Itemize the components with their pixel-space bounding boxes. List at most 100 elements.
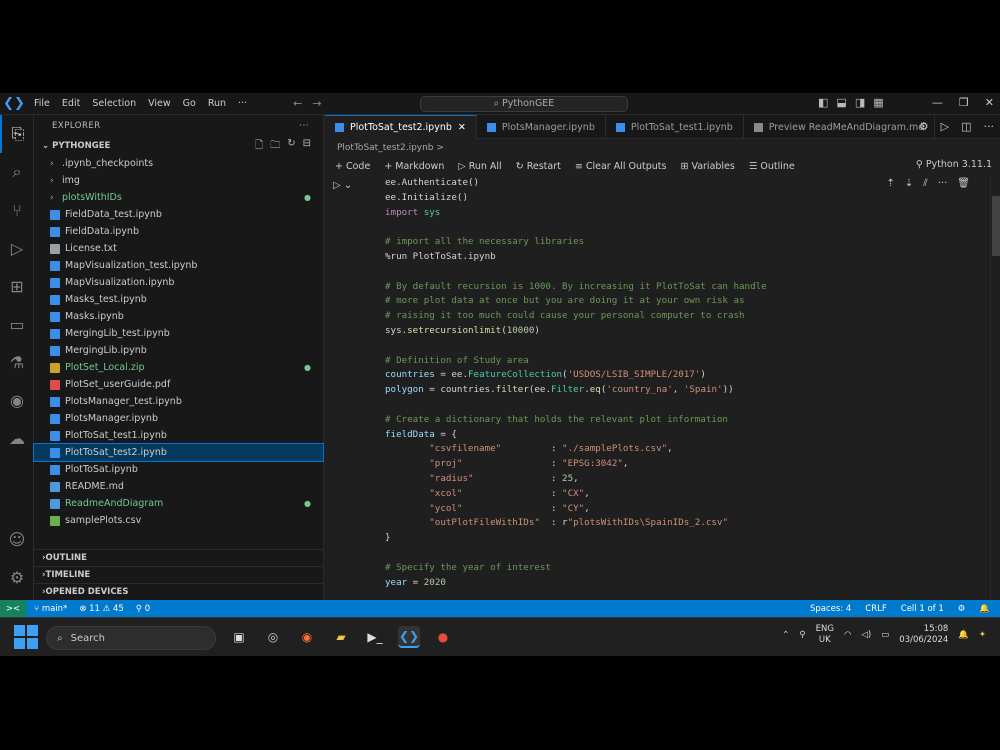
add-markdown-button[interactable]: + Markdown [384, 161, 444, 172]
tree-file[interactable]: MergingLib_test.ipynb [34, 325, 323, 342]
explorer-icon[interactable]: ⎘ [0, 115, 34, 153]
task-view-icon[interactable]: ▣ [228, 626, 250, 648]
new-file-icon[interactable]: 🗋 [255, 138, 263, 155]
tree-file[interactable]: Masks.ipynb [34, 308, 323, 325]
extensions-icon[interactable]: ⊞ [0, 267, 34, 305]
eol-indicator[interactable]: CRLF [865, 604, 886, 614]
clear-outputs-button[interactable]: ≡ Clear All Outputs [575, 161, 667, 172]
outline-section[interactable]: › OUTLINE [34, 549, 324, 566]
docker-icon[interactable]: ☁ [0, 419, 34, 457]
run-all-button[interactable]: ▷ Run All [458, 161, 501, 172]
workspace-folder[interactable]: ⌄ PYTHONGEE 🗋 🗀 ↻ ⊟ [34, 137, 323, 155]
tree-file[interactable]: PlotSet_Local.zip ● [34, 359, 323, 376]
command-center-search[interactable]: ⌕ PythonGEE [420, 96, 628, 112]
refresh-icon[interactable]: ↻ [287, 138, 295, 155]
menu-go[interactable]: Go [177, 93, 202, 115]
restart-button[interactable]: ↻ Restart [516, 161, 561, 172]
search-icon[interactable]: ⌕ [0, 153, 34, 191]
collapse-all-icon[interactable]: ⊟ [303, 138, 311, 155]
tree-file[interactable]: PlotsManager.ipynb [34, 410, 323, 427]
tab-plottosat-test1[interactable]: PlotToSat_test1.ipynb [606, 115, 744, 139]
tree-file[interactable]: MergingLib.ipynb [34, 342, 323, 359]
outline-button[interactable]: ☰ Outline [749, 161, 795, 172]
tree-file[interactable]: samplePlots.csv [34, 512, 323, 529]
chrome-icon[interactable]: ◎ [262, 626, 284, 648]
toggle-panel-icon[interactable]: ⬓ [836, 96, 846, 109]
clock[interactable]: 15:08 03/06/2024 [899, 624, 948, 646]
tree-file[interactable]: FieldData_test.ipynb [34, 206, 323, 223]
toggle-sidebar-icon[interactable]: ◧ [818, 96, 828, 109]
tray-chevron-icon[interactable]: ⌃ [782, 630, 789, 640]
battery-icon[interactable]: ▭ [881, 630, 889, 640]
close-tab-icon[interactable]: ✕ [458, 122, 466, 133]
scrollbar-thumb[interactable] [992, 196, 1000, 256]
minimize-icon[interactable]: — [932, 96, 943, 109]
taskbar-search[interactable]: ⌕ Search [46, 626, 216, 650]
breadcrumb[interactable]: PlotToSat_test2.ipynb > [325, 139, 1000, 156]
kernel-picker[interactable]: ⚲ Python 3.11.1 [916, 159, 992, 170]
tree-file[interactable]: README.md [34, 478, 323, 495]
ports-indicator[interactable]: ⚲ 0 [136, 604, 150, 614]
forward-arrow-icon[interactable]: → [312, 97, 321, 110]
branch-indicator[interactable]: ⑂ main* [34, 604, 67, 614]
windows-start-icon[interactable] [14, 625, 38, 649]
more-icon[interactable]: ··· [984, 120, 995, 133]
copilot-icon[interactable]: ✦ [979, 630, 986, 640]
wifi-icon[interactable]: ◠ [844, 630, 851, 640]
tray-app-icon[interactable]: ⚲ [799, 630, 805, 640]
indentation-indicator[interactable]: Spaces: 4 [810, 604, 851, 614]
customize-layout-icon[interactable]: ▦ [873, 96, 883, 109]
code-editor[interactable]: ee.Authenticate() ee.Initialize() import s… [385, 176, 985, 590]
tree-file[interactable]: PlotToSat_test1.ipynb [34, 427, 323, 444]
terminal-icon[interactable]: ▶_ [364, 626, 386, 648]
vscode-taskbar-icon[interactable]: ❮❯ [398, 626, 420, 648]
menu-run[interactable]: Run [202, 93, 232, 115]
more-actions-icon[interactable]: ··· [299, 121, 309, 131]
add-code-button[interactable]: + Code [335, 161, 370, 172]
menu-edit[interactable]: Edit [56, 93, 86, 115]
menu-selection[interactable]: Selection [86, 93, 142, 115]
variables-button[interactable]: ⊞ Variables [680, 161, 734, 172]
app-red-icon[interactable]: ● [432, 626, 454, 648]
language-indicator[interactable]: ENG UK [816, 624, 834, 646]
split-editor-icon[interactable]: ◫ [961, 120, 971, 133]
editor-scrollbar[interactable] [990, 176, 1000, 600]
tree-file[interactable]: PlotsManager_test.ipynb [34, 393, 323, 410]
tab-preview-readme[interactable]: Preview ReadMeAndDiagram.md [744, 115, 936, 139]
tree-file[interactable]: ReadmeAndDiagram ● [34, 495, 323, 512]
opened-devices-section[interactable]: › OPENED DEVICES [34, 583, 324, 600]
menu-more[interactable]: ··· [232, 93, 253, 115]
tree-file[interactable]: PlotToSat.ipynb [34, 461, 323, 478]
settings-gear-icon[interactable]: ⚙ [919, 120, 929, 133]
menu-view[interactable]: View [142, 93, 177, 115]
cell-indicator[interactable]: Cell 1 of 1 [901, 604, 944, 614]
manage-gear-icon[interactable]: ⚙ [0, 558, 34, 596]
new-folder-icon[interactable]: 🗀 [270, 138, 280, 155]
notebook-cell[interactable]: ▷ ⌄ ⇡ ⇣ ⫽ ··· 🗑 ee.Authenticate() ee.Init… [325, 176, 1000, 600]
restore-icon[interactable]: ❐ [959, 96, 969, 109]
tree-file[interactable]: MapVisualization.ipynb [34, 274, 323, 291]
notifications-bell-icon[interactable]: 🔔 [979, 604, 990, 614]
source-control-icon[interactable]: ⑂ [0, 191, 34, 229]
run-icon[interactable]: ▷ [941, 120, 949, 133]
menu-file[interactable]: File [28, 93, 56, 115]
tab-plotsmanager[interactable]: PlotsManager.ipynb [477, 115, 606, 139]
volume-icon[interactable]: ◁) [861, 630, 871, 640]
remote-explorer-icon[interactable]: ▭ [0, 305, 34, 343]
tree-file[interactable]: FieldData.ipynb [34, 223, 323, 240]
tree-file[interactable]: Masks_test.ipynb [34, 291, 323, 308]
tree-file[interactable]: PlotToSat_test2.ipynb [33, 443, 324, 462]
problems-indicator[interactable]: ⊗ 11 ⚠ 45 [79, 604, 123, 614]
firefox-icon[interactable]: ◉ [296, 626, 318, 648]
run-debug-icon[interactable]: ▷ [0, 229, 34, 267]
notification-bell-icon[interactable]: 🔔 [958, 630, 969, 640]
back-arrow-icon[interactable]: ← [293, 97, 302, 110]
tree-file[interactable]: MapVisualization_test.ipynb [34, 257, 323, 274]
tree-file[interactable]: License.txt [34, 240, 323, 257]
tree-folder[interactable]: › plotsWithIDs ● [34, 189, 323, 206]
remote-indicator[interactable]: >< [0, 600, 26, 617]
file-explorer-icon[interactable]: ▰ [330, 626, 352, 648]
toggle-secondary-sidebar-icon[interactable]: ◨ [855, 96, 865, 109]
tree-file[interactable]: PlotSet_userGuide.pdf [34, 376, 323, 393]
tab-plottosat-test2[interactable]: PlotToSat_test2.ipynb ✕ [325, 115, 477, 139]
